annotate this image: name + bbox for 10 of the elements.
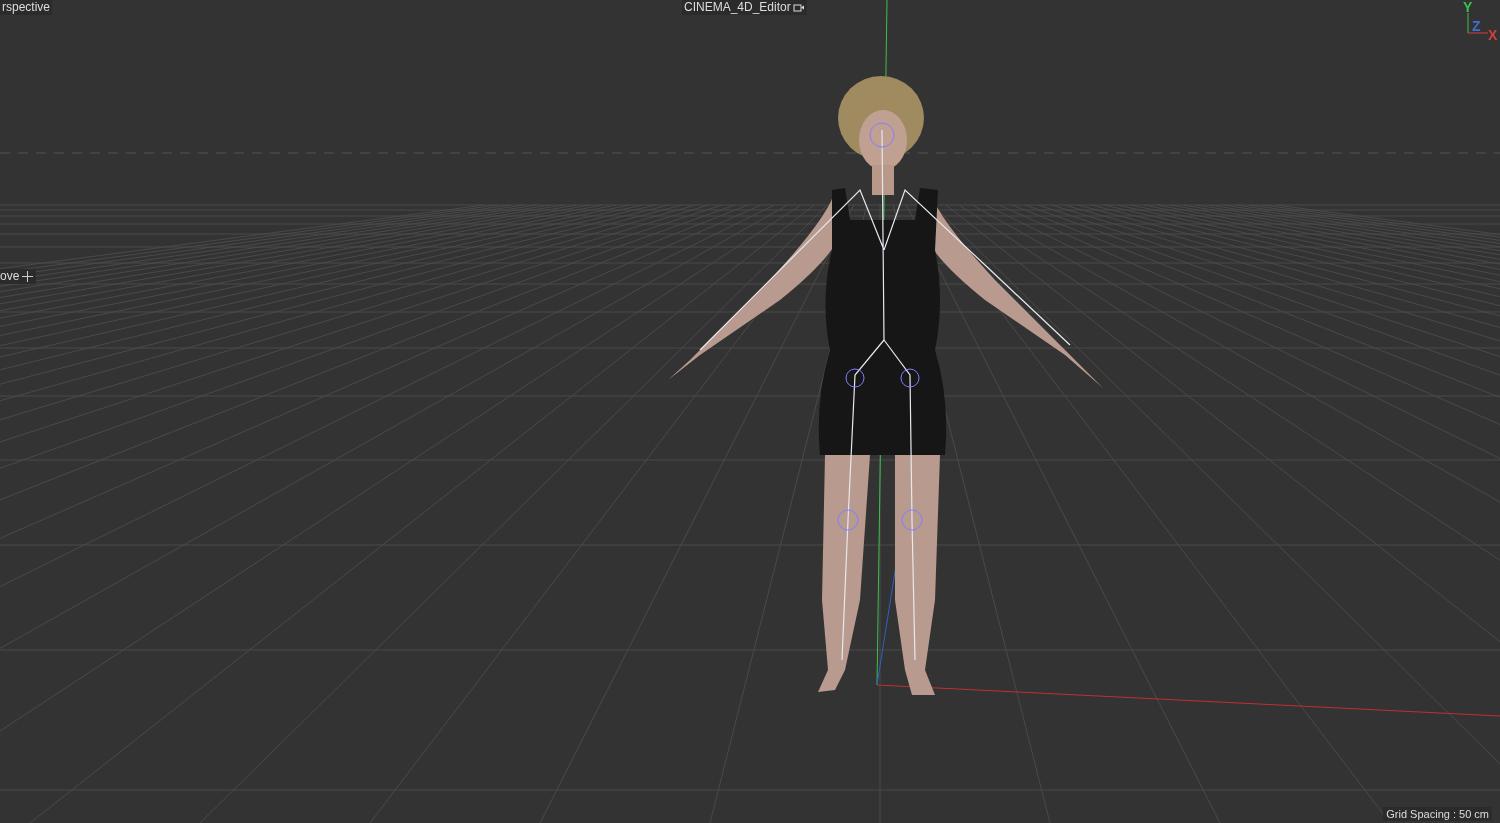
move-icon: [22, 271, 34, 282]
tool-label: ove: [0, 269, 20, 284]
camera-label[interactable]: rspective: [0, 0, 53, 15]
x-axis-label: X: [1488, 27, 1498, 43]
viewport[interactable]: Y Z X rspective CINEMA_4D_Editor ove Grid Spacing : 50 cm: [0, 0, 1500, 823]
viewport-title: CINEMA_4D_Editor: [682, 0, 807, 15]
y-axis-label: Y: [1463, 0, 1473, 15]
camera-icon: [792, 3, 805, 12]
grid-spacing-label: Grid Spacing : 50 cm: [1383, 807, 1492, 821]
z-axis-label: Z: [1472, 18, 1481, 34]
